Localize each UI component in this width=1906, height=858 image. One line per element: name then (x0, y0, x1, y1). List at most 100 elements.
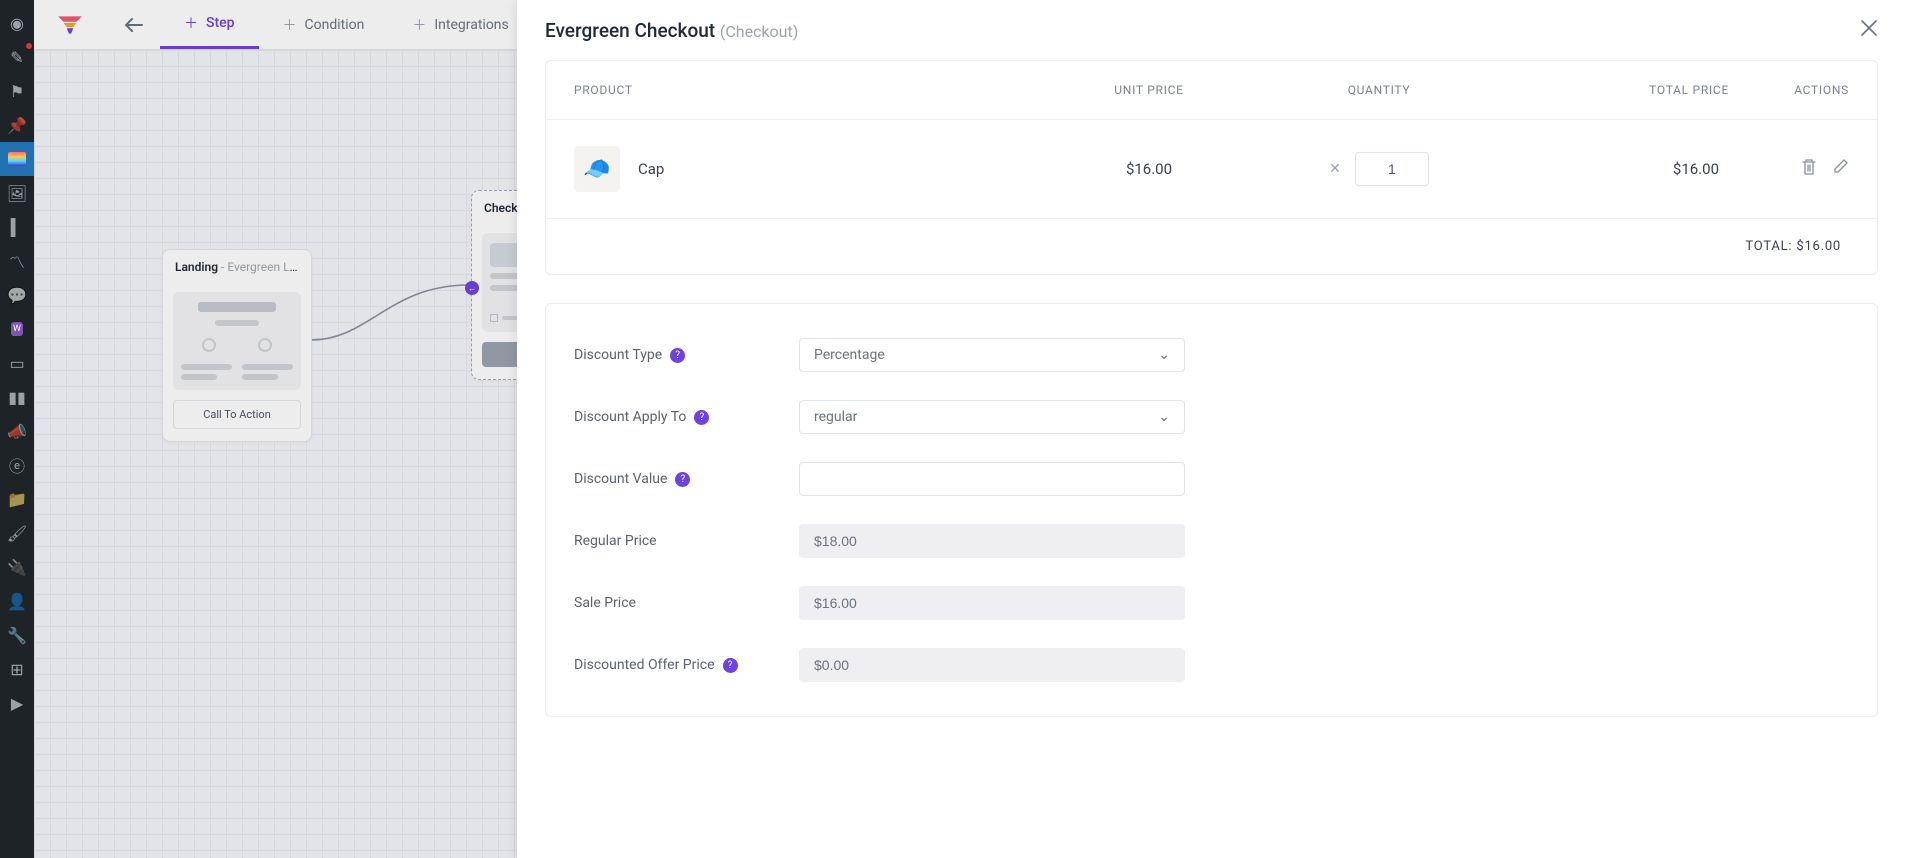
checkout-settings-panel: Evergreen Checkout (Checkout) PRODUCT UN… (517, 0, 1906, 858)
arrow-left-icon (122, 17, 144, 33)
row-discount-apply-to: Discount Apply To? regular ⌄ (546, 386, 1877, 448)
product-name: Cap (638, 160, 664, 178)
node-cta-label: Call To Action (173, 400, 301, 429)
sidebar-user[interactable]: 👤 (0, 584, 34, 618)
sidebar-flag[interactable]: ⚑ (0, 74, 34, 108)
tab-step[interactable]: ＋ Step (160, 0, 259, 49)
row-actions (1729, 158, 1849, 180)
row-total-price: $16.00 (1509, 160, 1729, 178)
product-row: 🧢 Cap $16.00 ✕ $16.00 (546, 119, 1877, 218)
pin-icon: 📌 (7, 116, 27, 135)
quantity-input[interactable] (1355, 152, 1429, 186)
node-header: Landing - Evergreen Lan… (163, 250, 311, 284)
panel-header: Evergreen Checkout (Checkout) (517, 0, 1906, 60)
tab-condition[interactable]: ＋ Condition (259, 0, 389, 49)
sidebar-bar-chart[interactable]: ▮▮ (0, 380, 34, 414)
label-regular-price: Regular Price (574, 533, 799, 549)
sidebar-media[interactable]: 🖼 (0, 176, 34, 210)
book-icon: ▍ (11, 218, 23, 237)
elementor-icon: ⓔ (9, 453, 25, 477)
app-logo[interactable] (34, 0, 106, 49)
pencil-icon (1833, 158, 1849, 174)
help-icon[interactable]: ? (670, 348, 685, 363)
badge-dot (26, 43, 32, 49)
comments-icon: ✎ (10, 48, 23, 67)
sidebar-plug[interactable]: 🔌 (0, 550, 34, 584)
plus-icon: ＋ (283, 15, 297, 35)
tab-label: Condition (305, 17, 365, 33)
products-table-header: PRODUCT UNIT PRICE QUANTITY TOTAL PRICE … (546, 61, 1877, 119)
plus-icon: ＋ (184, 13, 198, 33)
tab-label: Step (206, 15, 235, 31)
node-connector (289, 255, 489, 355)
sidebar-comments[interactable]: ✎ (0, 40, 34, 74)
quantity-cell: ✕ (1249, 152, 1509, 186)
sidebar-folder[interactable]: 📁 (0, 482, 34, 516)
sidebar-play[interactable]: ▶ (0, 686, 34, 720)
discount-form-card: Discount Type? Percentage ⌄ Discount App… (545, 303, 1878, 717)
help-icon[interactable]: ? (694, 410, 709, 425)
wp-admin-sidebar: ◉ ✎ ⚑ 📌 🖼 ▍ 〽 💬 W ▭ ▮▮ 📣 ⓔ 📁 🖌 🔌 👤 🔧 ⊞ ▶ (0, 0, 34, 858)
settings-grid-icon: ⊞ (10, 660, 23, 679)
multiply-icon: ✕ (1329, 161, 1341, 177)
funnel-gradient-icon (8, 152, 26, 166)
flag-icon: ⚑ (10, 82, 24, 101)
wrench-icon: 🔧 (7, 626, 27, 645)
select-discount-apply-to[interactable]: regular ⌄ (799, 400, 1185, 434)
delete-row-button[interactable] (1801, 158, 1817, 180)
panel-close-button[interactable] (1860, 19, 1878, 41)
label-discount-apply-to: Discount Apply To? (574, 409, 799, 425)
play-icon: ▶ (11, 694, 23, 713)
plus-icon: ＋ (412, 15, 426, 35)
sidebar-woo[interactable]: W (0, 312, 34, 346)
node-input-connector[interactable] (465, 281, 479, 295)
col-actions: ACTIONS (1729, 83, 1849, 97)
sidebar-megaphone[interactable]: 📣 (0, 414, 34, 448)
col-unit-price: UNIT PRICE (1049, 83, 1249, 97)
paint-icon: 🖌 (7, 524, 27, 543)
select-discount-type[interactable]: Percentage ⌄ (799, 338, 1185, 372)
label-discounted-offer-price: Discounted Offer Price? (574, 657, 799, 673)
node-landing[interactable]: Landing - Evergreen Lan… Call To Action (162, 249, 312, 442)
sidebar-dashboard[interactable]: ◉ (0, 6, 34, 40)
label-discount-value: Discount Value? (574, 471, 799, 487)
sidebar-settings-grid[interactable]: ⊞ (0, 652, 34, 686)
user-icon: 👤 (7, 592, 27, 611)
product-name-cell: 🧢 Cap (574, 146, 1049, 192)
close-icon (1860, 19, 1878, 37)
products-total-row: TOTAL: $16.00 (546, 218, 1877, 274)
col-total-price: TOTAL PRICE (1509, 83, 1729, 97)
tab-label: Integrations (434, 17, 508, 33)
edit-row-button[interactable] (1833, 158, 1849, 180)
sidebar-card[interactable]: ▭ (0, 346, 34, 380)
label-sale-price: Sale Price (574, 595, 799, 611)
sidebar-pin[interactable]: 📌 (0, 108, 34, 142)
help-icon[interactable]: ? (675, 472, 690, 487)
node-preview: Call To Action (163, 284, 311, 441)
chat-icon: 💬 (7, 286, 27, 305)
back-button[interactable] (106, 0, 160, 49)
sidebar-funnel[interactable] (0, 142, 34, 176)
sidebar-chat[interactable]: 💬 (0, 278, 34, 312)
trash-icon (1801, 158, 1817, 176)
select-value: Percentage (814, 347, 885, 363)
row-discount-type: Discount Type? Percentage ⌄ (546, 324, 1877, 386)
sidebar-elementor[interactable]: ⓔ (0, 448, 34, 482)
input-regular-price (799, 524, 1185, 558)
plug-icon: 🔌 (7, 558, 27, 577)
folder-icon: 📁 (7, 490, 27, 509)
funnel-logo-icon (57, 14, 83, 36)
help-icon[interactable]: ? (723, 658, 738, 673)
woo-icon: W (11, 322, 23, 336)
sidebar-paint[interactable]: 🖌 (0, 516, 34, 550)
sidebar-analytics[interactable]: 〽 (0, 244, 34, 278)
label-discount-type: Discount Type? (574, 347, 799, 363)
row-discount-value: Discount Value? (546, 448, 1877, 510)
sidebar-book[interactable]: ▍ (0, 210, 34, 244)
col-product: PRODUCT (574, 83, 1049, 97)
analytics-line-icon: 〽 (9, 249, 25, 273)
row-discounted-offer-price: Discounted Offer Price? (546, 634, 1877, 696)
sidebar-wrench[interactable]: 🔧 (0, 618, 34, 652)
tab-integrations[interactable]: ＋ Integrations (388, 0, 532, 49)
input-discount-value[interactable] (799, 462, 1185, 496)
